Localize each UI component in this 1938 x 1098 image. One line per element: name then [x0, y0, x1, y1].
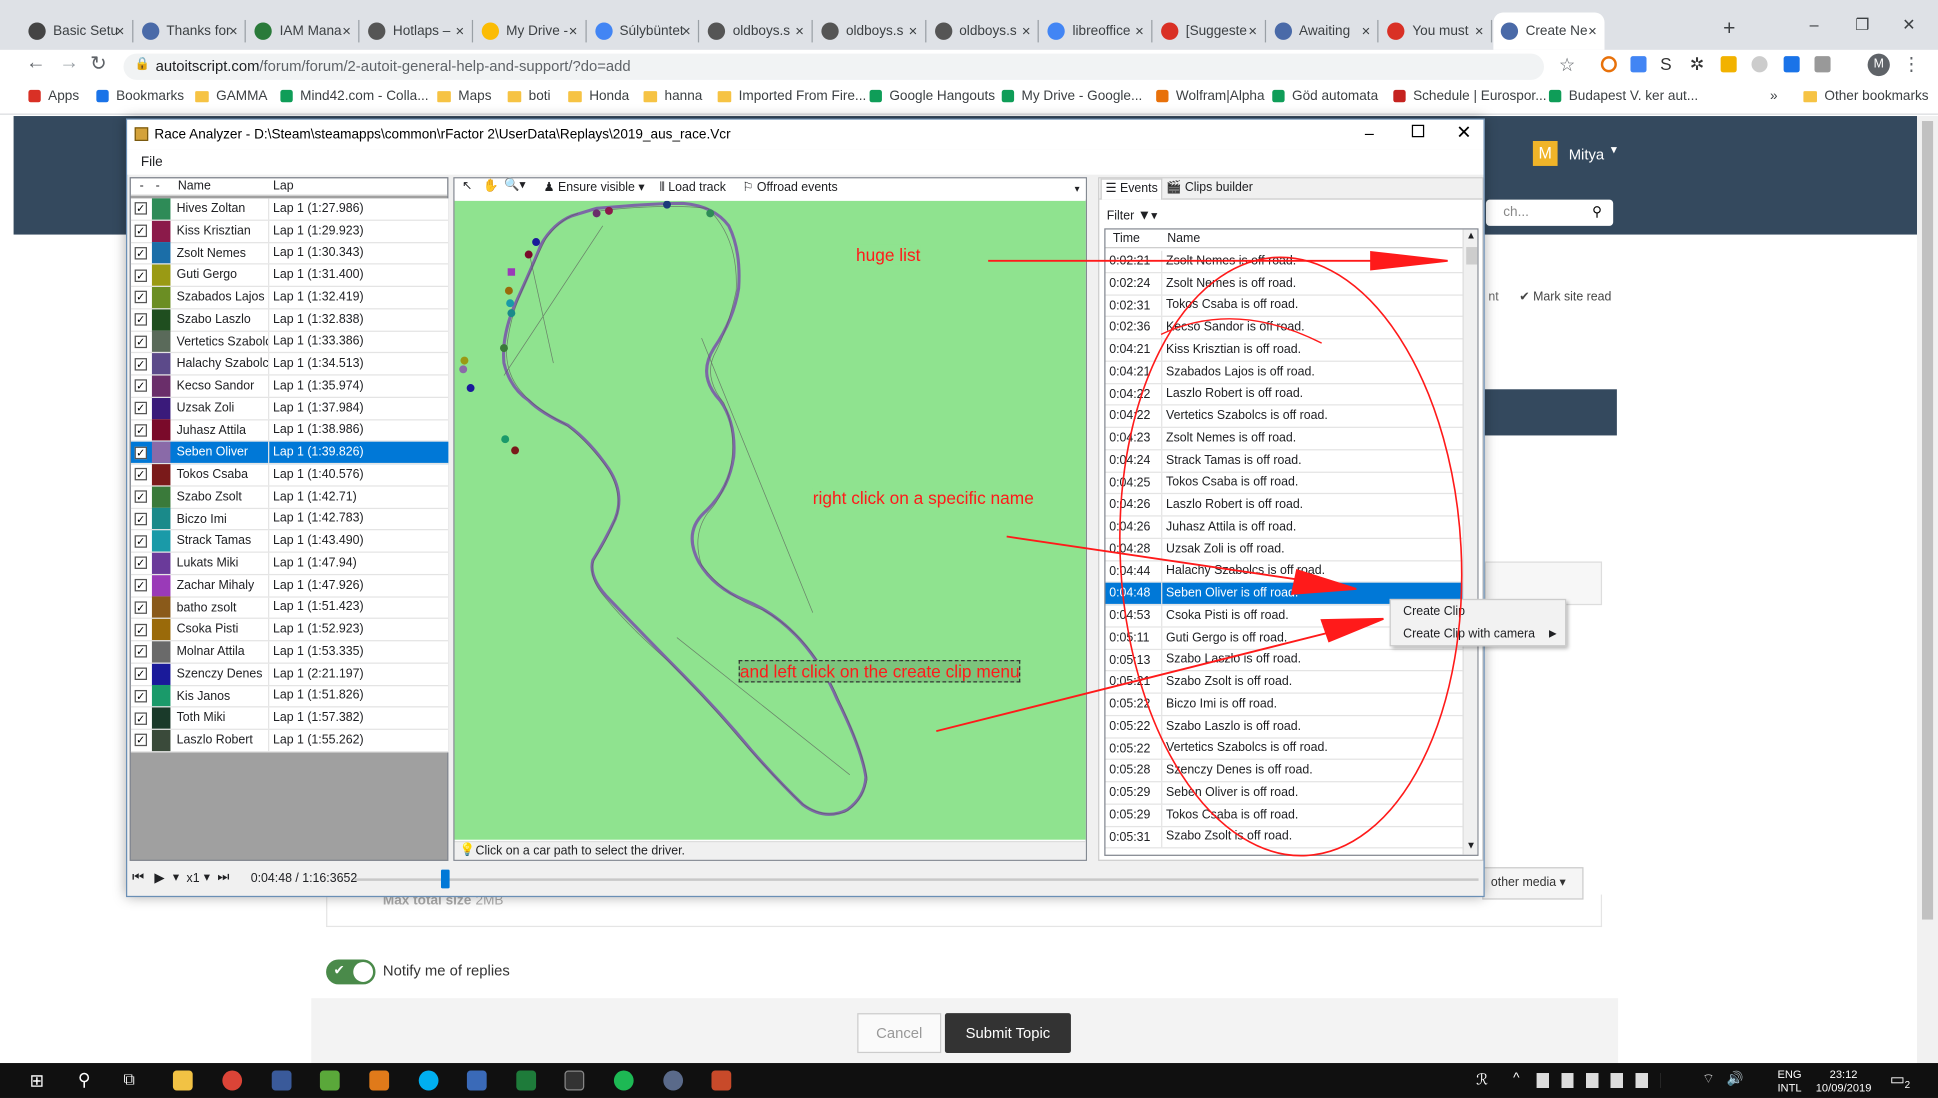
tray-chevron-icon[interactable]: ^ — [1513, 1071, 1519, 1086]
windows-taskbar: ⊞ ⚲ ⧉ ℛ ^ ⌔ 🔊 ENG INTL 23:12 10/09/2019 ▭ … — [0, 1063, 1938, 1098]
terminal-icon[interactable] — [564, 1070, 585, 1091]
volume-icon[interactable]: 🔊 — [1727, 1071, 1744, 1087]
tray-icons[interactable] — [1536, 1073, 1661, 1088]
file-explorer-icon[interactable] — [172, 1070, 193, 1091]
lang-primary: ENG — [1777, 1068, 1802, 1081]
notifications-icon[interactable]: ▭ — [1890, 1069, 1905, 1089]
task-view-icon[interactable]: ⧉ — [124, 1069, 135, 1089]
language-indicator[interactable]: ENG INTL — [1777, 1068, 1801, 1095]
app-icon[interactable] — [466, 1070, 487, 1091]
lang-secondary: INTL — [1777, 1081, 1802, 1095]
people-icon[interactable]: ℛ — [1476, 1071, 1488, 1088]
clock[interactable]: 23:12 10/09/2019 — [1816, 1068, 1872, 1095]
annotation-huge-list: huge list — [855, 244, 921, 265]
clock-time: 23:12 — [1829, 1068, 1858, 1081]
clock-date: 10/09/2019 — [1815, 1081, 1872, 1095]
save-icon[interactable] — [271, 1070, 292, 1091]
search-icon[interactable]: ⚲ — [78, 1069, 91, 1090]
annotation-left-click: and left click on the create clip menu — [738, 660, 1021, 683]
notification-count: 2 — [1904, 1079, 1911, 1091]
spotify-icon[interactable] — [613, 1070, 634, 1091]
spreadsheet-icon[interactable] — [516, 1070, 537, 1091]
windows-start-icon[interactable]: ⊞ — [30, 1071, 44, 1092]
chrome-icon[interactable] — [222, 1070, 243, 1091]
app-icon[interactable] — [369, 1070, 390, 1091]
network-icon[interactable]: ⌔ — [1702, 1071, 1715, 1088]
annotation-right-click: right click on a specific name — [812, 487, 1034, 508]
annotation-overlay — [936, 250, 1463, 857]
app-icon[interactable] — [663, 1070, 684, 1091]
notepad-icon[interactable] — [319, 1070, 340, 1091]
race-analyzer-taskbar-icon[interactable] — [711, 1070, 732, 1091]
skype-icon[interactable] — [418, 1070, 439, 1091]
